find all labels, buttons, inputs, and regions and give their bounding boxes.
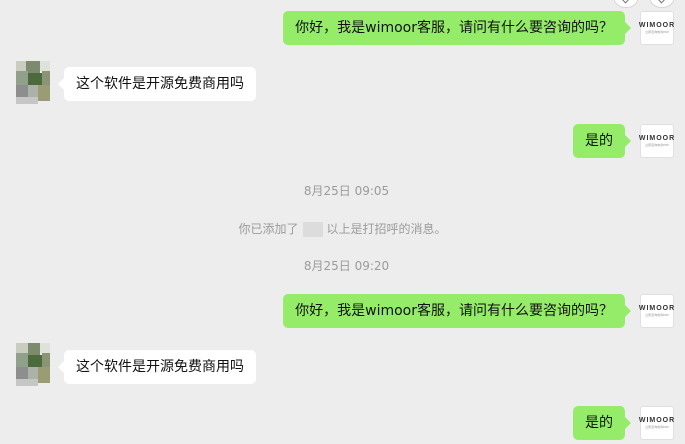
collapse-icon[interactable] — [613, 0, 639, 8]
redacted-name — [302, 222, 323, 237]
message-bubble-outgoing[interactable]: 是的 — [573, 124, 631, 158]
wimoor-logo: WIMOOR — [638, 22, 676, 29]
system-message-prefix: 你已添加了 — [238, 222, 299, 236]
self-avatar[interactable]: WIMOOR 立即咨询电商ERP — [638, 406, 676, 440]
self-avatar[interactable]: WIMOOR 立即咨询电商ERP — [638, 11, 676, 45]
self-avatar[interactable]: WIMOOR 立即咨询电商ERP — [638, 124, 676, 158]
timestamp: 8月25日 09:20 — [303, 259, 390, 273]
wimoor-logo: WIMOOR — [638, 417, 676, 424]
message-bubble-incoming[interactable]: 这个软件是开源免费商用吗 — [58, 67, 256, 101]
message-bubble-outgoing[interactable]: 你好，我是wimoor客服，请问有什么要咨询的吗？ — [283, 294, 631, 328]
logo-subtext: 立即咨询电商ERP — [645, 425, 669, 429]
timestamp: 8月25日 09:05 — [303, 184, 390, 198]
window-top-buttons — [613, 0, 675, 8]
wimoor-logo: WIMOOR — [638, 305, 676, 312]
message-bubble-outgoing[interactable]: 是的 — [573, 406, 631, 440]
contact-avatar[interactable] — [16, 61, 50, 104]
logo-subtext: 立即咨询电商ERP — [645, 313, 669, 317]
message-bubble-outgoing[interactable]: 你好，我是wimoor客服，请问有什么要咨询的吗？ — [283, 11, 631, 45]
system-message-suffix: 以上是打招呼的消息。 — [326, 222, 447, 236]
logo-subtext: 立即咨询电商ERP — [645, 30, 669, 34]
logo-subtext: 立即咨询电商ERP — [645, 143, 669, 147]
message-bubble-incoming[interactable]: 这个软件是开源免费商用吗 — [58, 350, 256, 384]
wimoor-logo: WIMOOR — [638, 135, 676, 142]
self-avatar[interactable]: WIMOOR 立即咨询电商ERP — [638, 294, 676, 328]
system-message: 你已添加了 以上是打招呼的消息。 — [0, 220, 685, 237]
contact-avatar[interactable] — [16, 343, 50, 386]
chevron-down-icon[interactable] — [649, 0, 675, 8]
